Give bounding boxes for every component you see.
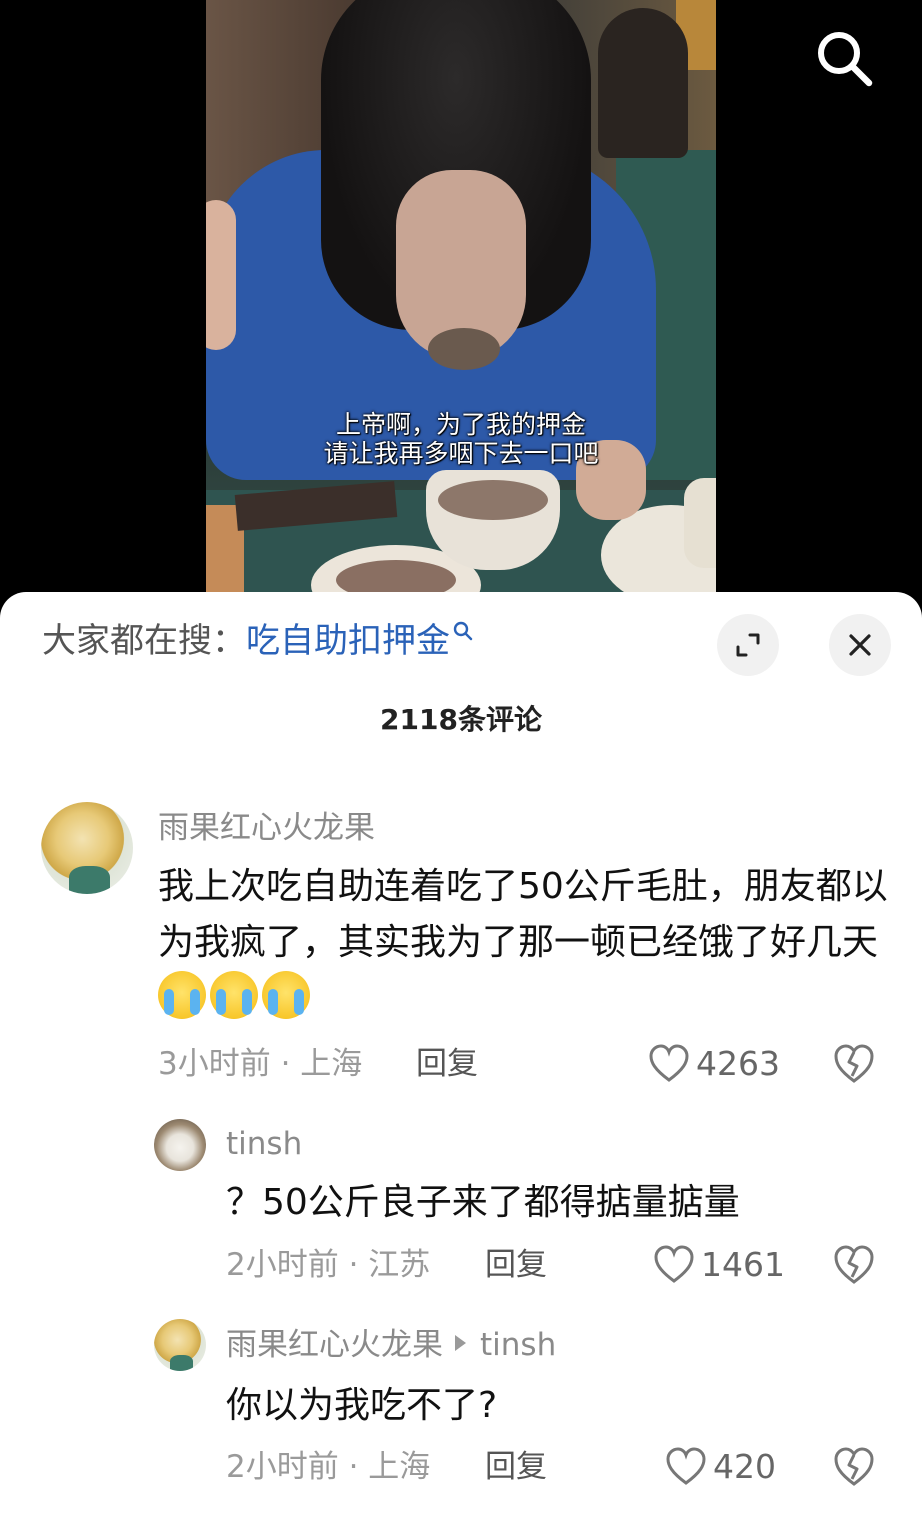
video-area[interactable]: 上帝啊，为了我的押金 请让我再多咽下去一口吧 [0, 0, 922, 610]
search-button[interactable] [812, 26, 876, 90]
subtitle-line-1: 上帝啊，为了我的押金 [335, 410, 586, 439]
reply-button[interactable]: 回复 [416, 1044, 478, 1084]
avatar[interactable] [154, 1319, 206, 1371]
comment-author[interactable]: 雨果红心火龙果 [226, 1327, 443, 1363]
comment-sheet: 大家都在搜：吃自助扣押金 2118条评论 雨果红心火龙果 我上次吃自助连着吃了5… [0, 592, 922, 1513]
comment-author[interactable]: 雨果红心火龙果 [158, 808, 375, 848]
comment-text: 我上次吃自助连着吃了50公斤毛肚，朋友都以为我疯了，其实我为了那一顿已经饿了好几… [158, 859, 888, 1028]
crying-emoji-icon [210, 971, 258, 1019]
dislike-button[interactable] [832, 1042, 876, 1086]
video-cup [684, 478, 716, 568]
avatar[interactable] [41, 802, 133, 894]
search-icon [818, 32, 873, 87]
video-person-mouth [428, 328, 500, 370]
heart-icon [649, 1044, 689, 1082]
comment-reply-header: 雨果红心火龙果 tinsh [226, 1325, 556, 1365]
subtitle-line-2: 请让我再多咽下去一口吧 [323, 439, 599, 468]
heart-icon [666, 1447, 706, 1485]
broken-heart-icon [834, 1447, 874, 1486]
close-button[interactable] [829, 614, 891, 676]
video-background-person [598, 8, 688, 158]
broken-heart-icon [834, 1245, 874, 1284]
reply-target-user[interactable]: tinsh [480, 1327, 556, 1363]
avatar[interactable] [154, 1119, 206, 1171]
comment-text: 你以为我吃不了? [226, 1385, 498, 1426]
reply-button[interactable]: 回复 [485, 1245, 547, 1285]
dislike-button[interactable] [832, 1445, 876, 1489]
video-bowl-food [438, 480, 548, 520]
comment-time-location: 3小时前 · 上海 [158, 1046, 363, 1082]
hot-search-keyword[interactable]: 吃自助扣押金 [246, 621, 450, 661]
dislike-button[interactable] [832, 1243, 876, 1287]
broken-heart-icon [834, 1044, 874, 1083]
hot-search-bar: 大家都在搜：吃自助扣押金 [42, 618, 474, 664]
comment-time-location: 2小时前 · 江苏 [226, 1247, 431, 1283]
comment-time-location: 2小时前 · 上海 [226, 1449, 431, 1485]
reply-button[interactable]: 回复 [485, 1447, 547, 1487]
crying-emoji-icon [262, 971, 310, 1019]
like-button[interactable]: 1461 [653, 1243, 785, 1287]
video-person-hand-left [206, 200, 236, 350]
like-count: 4263 [696, 1044, 780, 1083]
close-icon [849, 634, 871, 656]
comment-author[interactable]: tinsh [226, 1124, 302, 1164]
small-search-icon [453, 621, 473, 641]
expand-button[interactable] [717, 614, 779, 676]
hot-search-prefix: 大家都在搜： [42, 621, 246, 661]
crying-emoji-icon [158, 971, 206, 1019]
comment-text-content: 我上次吃自助连着吃了50公斤毛肚，朋友都以为我疯了，其实我为了那一顿已经饿了好几… [158, 866, 888, 963]
comment-count: 2118条评论 [380, 703, 542, 736]
heart-icon [654, 1245, 694, 1283]
like-count: 1461 [701, 1245, 785, 1284]
reply-arrow-icon [455, 1335, 466, 1351]
like-button[interactable]: 420 [665, 1445, 776, 1489]
comment-text: ？50公斤良子来了都得掂量掂量 [226, 1182, 740, 1223]
expand-icon [736, 633, 760, 657]
video-frame[interactable] [206, 0, 716, 610]
video-subtitle: 上帝啊，为了我的押金 请让我再多咽下去一口吧 [206, 410, 716, 468]
like-count: 420 [713, 1447, 776, 1486]
like-button[interactable]: 4263 [648, 1042, 780, 1086]
